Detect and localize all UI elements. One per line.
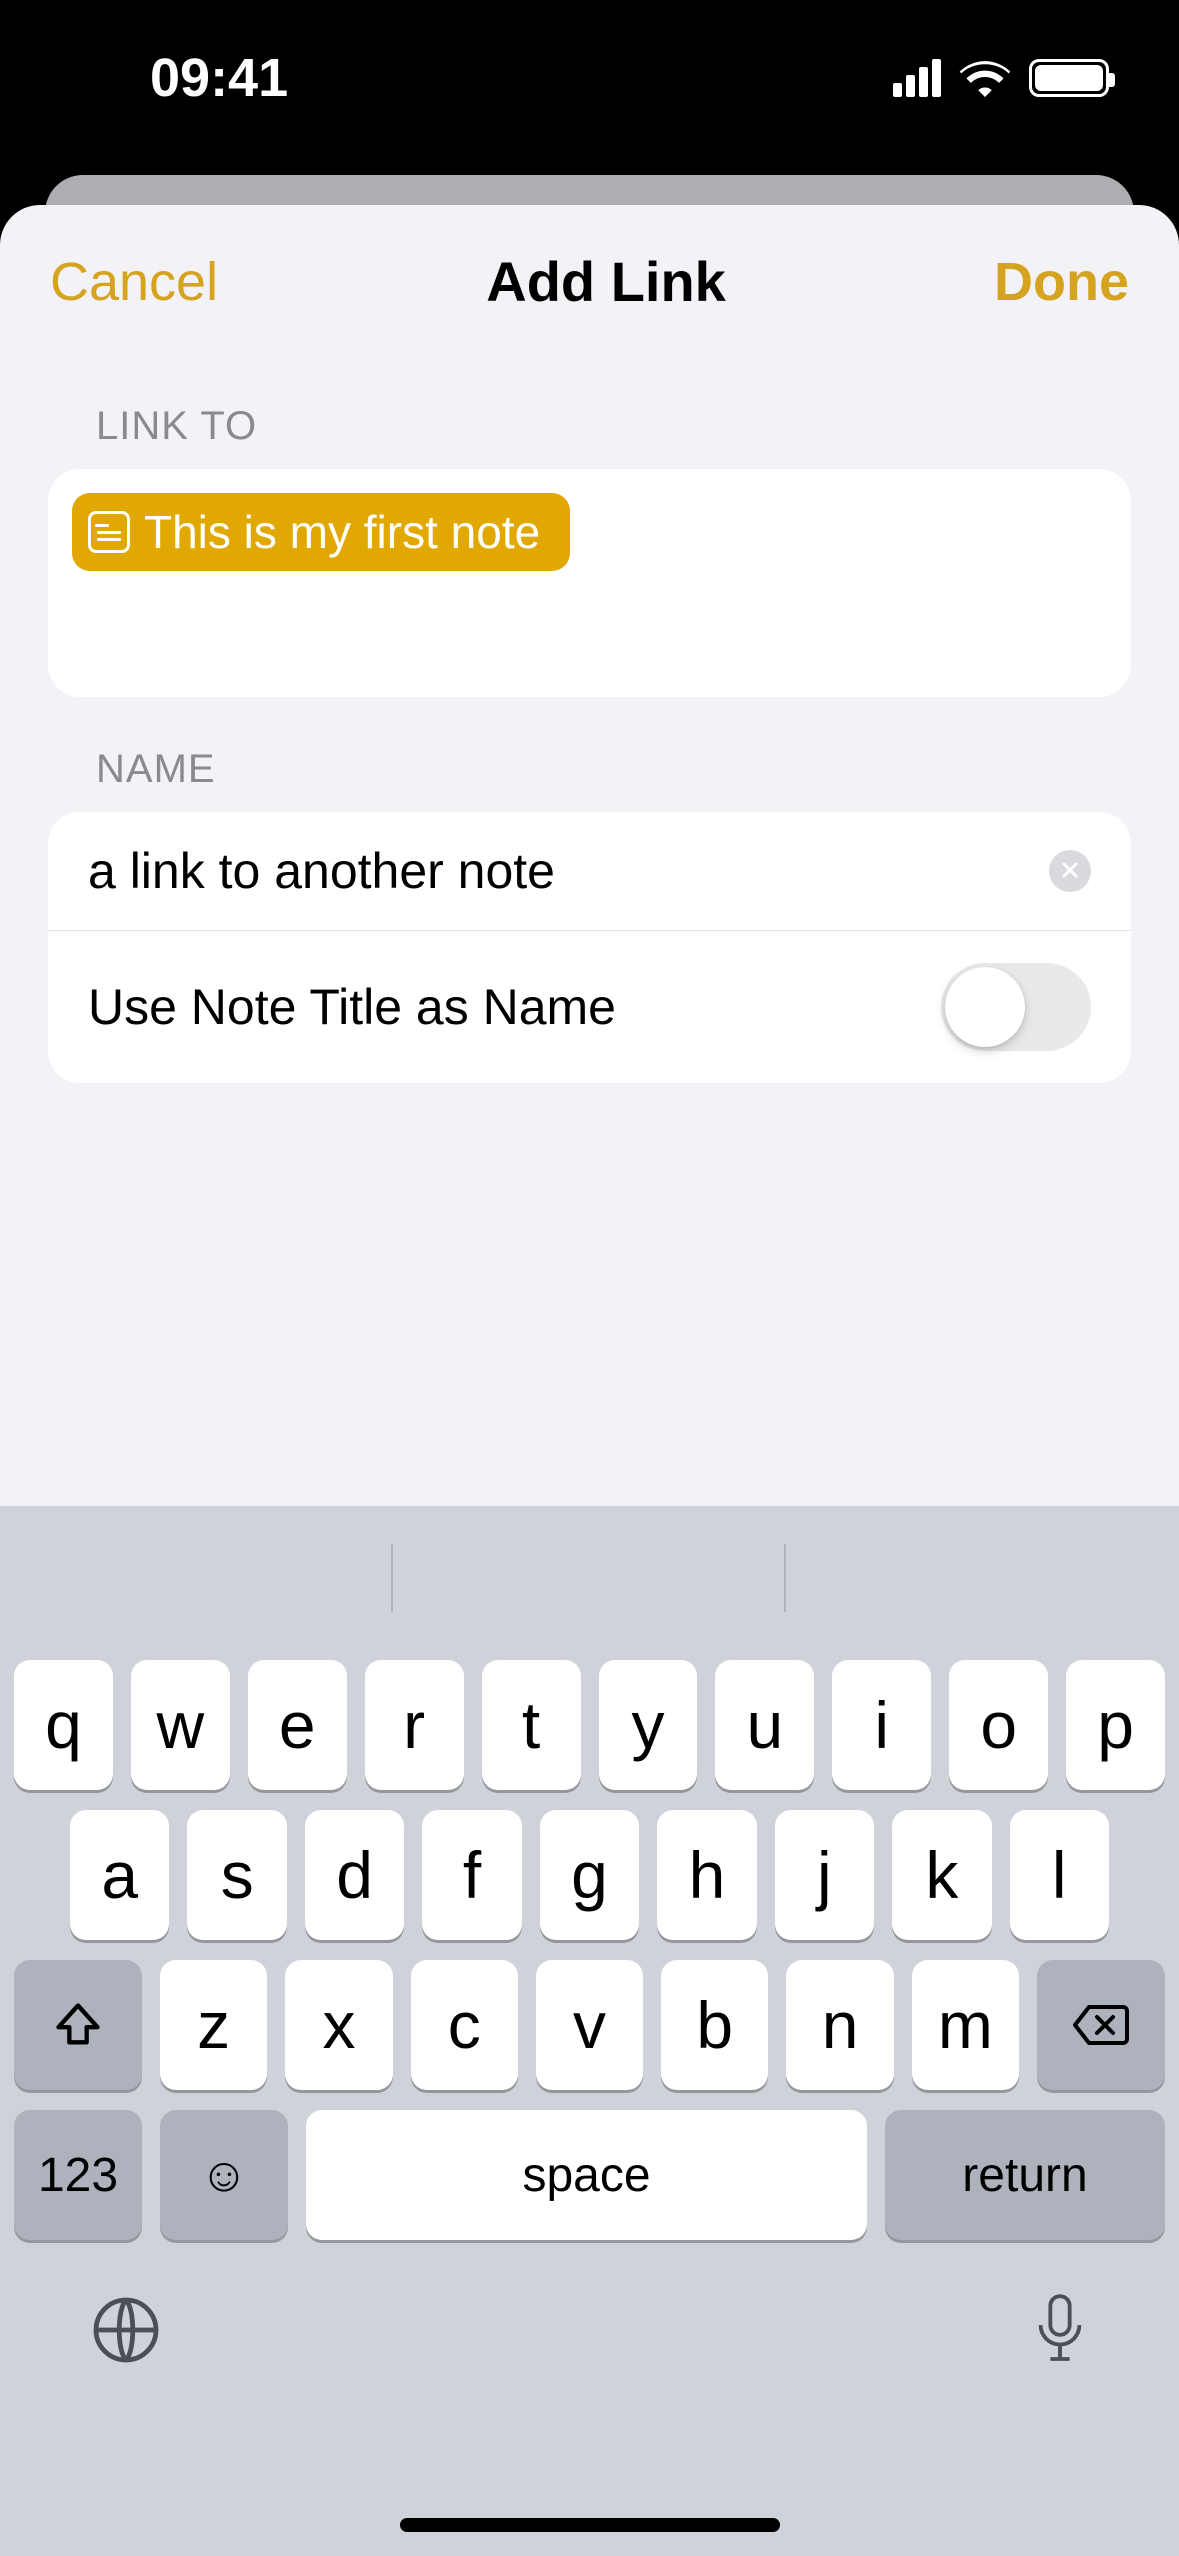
space-key[interactable]: space	[306, 2110, 867, 2240]
shift-icon	[52, 1999, 104, 2051]
use-title-toggle-row: Use Note Title as Name	[48, 931, 1131, 1083]
status-bar: 09:41	[0, 0, 1179, 175]
key-f[interactable]: f	[422, 1810, 521, 1940]
key-t[interactable]: t	[482, 1660, 581, 1790]
key-r[interactable]: r	[365, 1660, 464, 1790]
wifi-icon	[959, 59, 1011, 97]
key-row-4: 123 ☺ space return	[14, 2110, 1165, 2240]
linked-note-title: This is my first note	[144, 505, 540, 559]
name-input[interactable]	[88, 842, 1049, 900]
key-row-2: a s d f g h j k l	[14, 1810, 1165, 1940]
battery-icon	[1029, 59, 1109, 97]
backspace-key[interactable]	[1037, 1960, 1165, 2090]
key-h[interactable]: h	[657, 1810, 756, 1940]
key-j[interactable]: j	[775, 1810, 874, 1940]
microphone-icon	[1031, 2290, 1089, 2370]
use-title-toggle[interactable]	[941, 963, 1091, 1051]
home-indicator[interactable]	[400, 2518, 780, 2532]
key-g[interactable]: g	[540, 1810, 639, 1940]
key-o[interactable]: o	[949, 1660, 1048, 1790]
key-p[interactable]: p	[1066, 1660, 1165, 1790]
numbers-key[interactable]: 123	[14, 2110, 142, 2240]
dictation-key[interactable]	[1031, 2290, 1089, 2373]
key-z[interactable]: z	[160, 1960, 267, 2090]
keyboard: q w e r t y u i o p a s d f g h j k l	[0, 1506, 1179, 2556]
key-u[interactable]: u	[715, 1660, 814, 1790]
key-v[interactable]: v	[536, 1960, 643, 2090]
add-link-sheet: Cancel Add Link Done LINK TO This is my …	[0, 205, 1179, 2556]
key-d[interactable]: d	[305, 1810, 404, 1940]
key-y[interactable]: y	[599, 1660, 698, 1790]
sheet-title: Add Link	[486, 249, 726, 314]
key-x[interactable]: x	[285, 1960, 392, 2090]
suggestion-bar[interactable]	[0, 1524, 1179, 1632]
key-b[interactable]: b	[661, 1960, 768, 2090]
toggle-knob	[945, 967, 1025, 1047]
shift-key[interactable]	[14, 1960, 142, 2090]
name-section-label: NAME	[0, 697, 1179, 804]
emoji-key[interactable]: ☺	[160, 2110, 288, 2240]
emoji-icon: ☺	[199, 2148, 248, 2203]
keyboard-bottom-bar	[0, 2240, 1179, 2393]
xmark-icon	[1060, 860, 1080, 880]
key-m[interactable]: m	[912, 1960, 1019, 2090]
key-s[interactable]: s	[187, 1810, 286, 1940]
link-to-section-label: LINK TO	[0, 354, 1179, 461]
globe-key[interactable]	[90, 2294, 162, 2369]
globe-icon	[90, 2294, 162, 2366]
status-time: 09:41	[70, 47, 288, 109]
done-button[interactable]: Done	[994, 251, 1129, 313]
clear-text-button[interactable]	[1049, 850, 1091, 892]
backspace-icon	[1071, 2003, 1131, 2047]
key-c[interactable]: c	[411, 1960, 518, 2090]
key-w[interactable]: w	[131, 1660, 230, 1790]
note-icon	[88, 511, 130, 553]
use-title-toggle-label: Use Note Title as Name	[88, 978, 616, 1036]
key-a[interactable]: a	[70, 1810, 169, 1940]
sheet-header: Cancel Add Link Done	[0, 205, 1179, 354]
link-to-field[interactable]: This is my first note	[48, 469, 1131, 697]
name-card: Use Note Title as Name	[48, 812, 1131, 1083]
cellular-icon	[893, 59, 941, 97]
key-row-1: q w e r t y u i o p	[14, 1660, 1165, 1790]
status-icons	[893, 59, 1109, 97]
key-row-3: z x c v b n m	[14, 1960, 1165, 2090]
key-e[interactable]: e	[248, 1660, 347, 1790]
cancel-button[interactable]: Cancel	[50, 251, 218, 313]
key-l[interactable]: l	[1010, 1810, 1109, 1940]
return-key[interactable]: return	[885, 2110, 1165, 2240]
key-k[interactable]: k	[892, 1810, 991, 1940]
key-i[interactable]: i	[832, 1660, 931, 1790]
name-row	[48, 812, 1131, 931]
linked-note-chip[interactable]: This is my first note	[72, 493, 570, 571]
key-q[interactable]: q	[14, 1660, 113, 1790]
key-n[interactable]: n	[786, 1960, 893, 2090]
